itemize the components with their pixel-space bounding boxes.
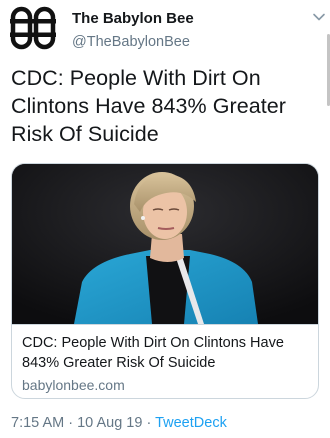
babylon-bee-logo-icon — [10, 6, 56, 50]
handle[interactable]: @TheBabylonBee — [72, 32, 194, 52]
more-menu-button[interactable] — [312, 10, 326, 24]
card-image[interactable] — [12, 164, 318, 324]
card-domain: babylonbee.com — [22, 377, 125, 393]
avatar[interactable] — [10, 6, 56, 50]
tweet-header: The Babylon Bee @TheBabylonBee — [10, 4, 326, 50]
tweet: The Babylon Bee @TheBabylonBee CDC: Peop… — [0, 0, 330, 438]
chevron-down-icon — [313, 13, 325, 21]
author-names: The Babylon Bee @TheBabylonBee — [72, 10, 194, 52]
display-name[interactable]: The Babylon Bee — [72, 10, 194, 28]
meta-separator: · — [68, 415, 74, 431]
portrait-photo — [12, 164, 318, 324]
link-card[interactable]: CDC: People With Dirt On Clintons Have 8… — [11, 163, 319, 399]
card-body[interactable]: CDC: People With Dirt On Clintons Have 8… — [12, 324, 318, 398]
tweet-meta: 7:15 AM · 10 Aug 19 · TweetDeck — [11, 414, 227, 432]
card-title[interactable]: CDC: People With Dirt On Clintons Have 8… — [22, 333, 308, 373]
tweet-text: CDC: People With Dirt On Clintons Have 8… — [11, 66, 286, 146]
meta-separator: · — [146, 415, 152, 431]
tweet-time[interactable]: 7:15 AM — [11, 415, 64, 431]
tweet-source-link[interactable]: TweetDeck — [155, 415, 227, 431]
tweet-date[interactable]: 10 Aug 19 — [77, 415, 142, 431]
